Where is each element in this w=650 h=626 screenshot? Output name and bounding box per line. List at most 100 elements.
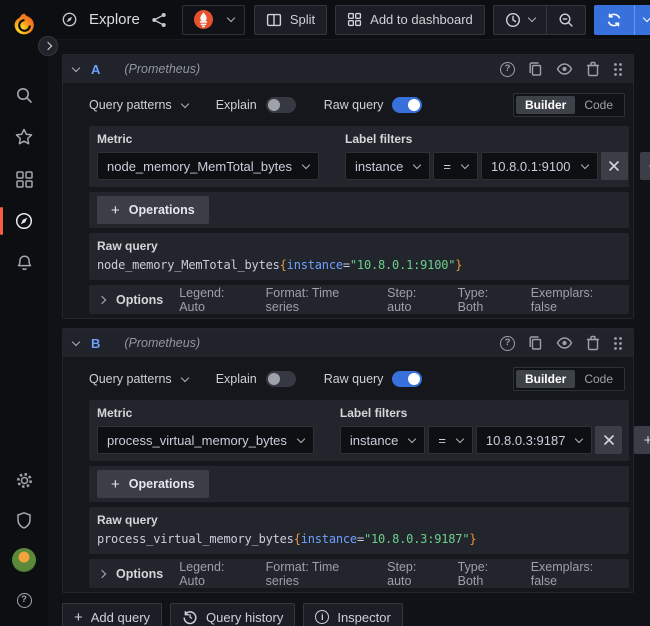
add-filter-button[interactable]: +	[634, 426, 650, 454]
query-history-button[interactable]: Query history	[170, 603, 295, 626]
drag-handle[interactable]	[613, 336, 623, 351]
explore-compass-icon	[61, 11, 78, 28]
sidebar-item-profile[interactable]	[0, 548, 48, 572]
options-type: Type: Both	[458, 286, 515, 314]
explain-toggle[interactable]	[266, 371, 296, 387]
sidebar-item-help[interactable]: ?	[0, 588, 48, 612]
add-to-dashboard-button[interactable]: Add to dashboard	[335, 5, 485, 35]
remove-filter-button[interactable]	[595, 426, 622, 454]
options-collapse-row[interactable]: Options Legend: Auto Format: Time series…	[89, 285, 629, 314]
time-zoom-out-button[interactable]	[546, 5, 586, 35]
split-button[interactable]: Split	[254, 5, 327, 35]
explain-toggle[interactable]	[266, 97, 296, 113]
sidebar-item-alerting[interactable]	[0, 251, 48, 275]
add-operation-button[interactable]: + Operations	[97, 470, 209, 498]
query-help-button[interactable]: ?	[500, 62, 515, 77]
filter-label-value: instance	[355, 159, 403, 174]
builder-mode-button[interactable]: Builder	[516, 96, 575, 114]
toggle-knob	[408, 99, 420, 111]
query-row-body: Query patterns Explain Raw query Builder…	[63, 83, 633, 318]
disable-query-button[interactable]	[556, 62, 573, 76]
chevron-down-icon	[643, 14, 650, 22]
split-label: Split	[290, 12, 315, 27]
sidebar-item-explore[interactable]	[0, 209, 48, 233]
drag-handle[interactable]	[613, 62, 623, 77]
datasource-picker[interactable]	[182, 5, 245, 35]
options-collapse-row[interactable]: Options Legend: Auto Format: Time series…	[89, 559, 629, 588]
query-row-header: A (Prometheus) ?	[63, 55, 633, 83]
sidebar-item-search[interactable]	[0, 83, 48, 107]
run-interval-dropdown[interactable]	[634, 5, 650, 35]
remove-query-button[interactable]	[586, 335, 600, 351]
duplicate-query-button[interactable]	[528, 61, 543, 77]
query-help-button[interactable]: ?	[500, 336, 515, 351]
duplicate-query-button[interactable]	[528, 335, 543, 351]
filter-value-value: 10.8.0.3:9187	[486, 433, 566, 448]
add-filter-button[interactable]: +	[640, 152, 650, 180]
options-format: Format: Time series	[266, 286, 372, 314]
chevron-down-icon	[227, 14, 235, 22]
remove-query-button[interactable]	[586, 61, 600, 77]
filter-operator-select[interactable]: =	[433, 152, 478, 180]
raw-query-toggle[interactable]	[392, 97, 422, 113]
options-legend: Legend: Auto	[179, 560, 249, 588]
builder-mode-button[interactable]: Builder	[516, 370, 575, 388]
filter-label-select[interactable]: instance	[345, 152, 430, 180]
query-editor-area: A (Prometheus) ? Query patterns	[48, 40, 650, 626]
page-title: Explore	[89, 11, 140, 28]
plus-icon: +	[111, 203, 120, 218]
shield-icon	[15, 511, 33, 530]
inspector-button[interactable]: i Inspector	[303, 603, 402, 626]
collapse-query-button[interactable]	[73, 68, 79, 71]
info-circle-icon: i	[315, 610, 329, 624]
query-patterns-dropdown[interactable]: Query patterns	[89, 98, 188, 112]
disable-query-button[interactable]	[556, 336, 573, 350]
options-title: Options	[116, 567, 163, 581]
copy-icon	[528, 335, 543, 351]
filter-value-select[interactable]: 10.8.0.1:9100	[481, 152, 598, 180]
toggle-knob	[268, 99, 280, 111]
collapse-query-button[interactable]	[73, 342, 79, 345]
bell-icon	[15, 254, 34, 273]
explain-toggle-group: Explain	[216, 97, 296, 113]
chevron-down-icon	[302, 160, 310, 168]
label-filters-field: Label filters instance = 10.8.	[345, 132, 650, 180]
editor-mode-switch: Builder Code	[513, 93, 625, 117]
sync-icon	[606, 12, 622, 28]
query-patterns-dropdown[interactable]: Query patterns	[89, 372, 188, 386]
raw-query-toggle[interactable]	[392, 371, 422, 387]
grafana-logo[interactable]	[11, 12, 38, 39]
sidebar-item-starred[interactable]	[0, 125, 48, 149]
filter-label-select[interactable]: instance	[340, 426, 425, 454]
sidebar-item-server-admin[interactable]	[0, 508, 48, 532]
remove-filter-button[interactable]	[601, 152, 628, 180]
query-patterns-label: Query patterns	[89, 98, 172, 112]
chevron-down-icon	[575, 434, 583, 442]
operations-panel: + Operations	[89, 466, 629, 502]
sidebar-item-dashboards[interactable]	[0, 167, 48, 191]
add-query-button[interactable]: + Add query	[62, 603, 162, 626]
code-mode-button[interactable]: Code	[575, 370, 622, 388]
raw-query-panel-label: Raw query	[97, 513, 621, 527]
time-range-picker[interactable]	[493, 5, 547, 35]
chevron-right-icon	[44, 42, 52, 50]
metric-select[interactable]: node_memory_MemTotal_bytes	[97, 152, 319, 180]
run-query-button[interactable]	[594, 5, 634, 35]
explain-toggle-group: Explain	[216, 371, 296, 387]
sidebar-nav	[0, 83, 48, 293]
time-controls	[493, 5, 586, 35]
filter-operator-select[interactable]: =	[428, 426, 473, 454]
add-operation-button[interactable]: + Operations	[97, 196, 209, 224]
metric-select[interactable]: process_virtual_memory_bytes	[97, 426, 314, 454]
query-row-actions: ?	[500, 61, 623, 77]
chevron-down-icon	[413, 160, 421, 168]
filter-value-select[interactable]: 10.8.0.3:9187	[476, 426, 593, 454]
sidebar-item-configuration[interactable]	[0, 468, 48, 492]
share-shortened-link-button[interactable]	[151, 12, 167, 28]
chevron-down-icon	[297, 434, 305, 442]
filter-label-value: instance	[350, 433, 398, 448]
code-mode-button[interactable]: Code	[575, 96, 622, 114]
dashboards-icon	[15, 170, 34, 189]
label-filters-label: Label filters	[340, 406, 650, 420]
sidebar-expand-button[interactable]	[38, 36, 58, 56]
